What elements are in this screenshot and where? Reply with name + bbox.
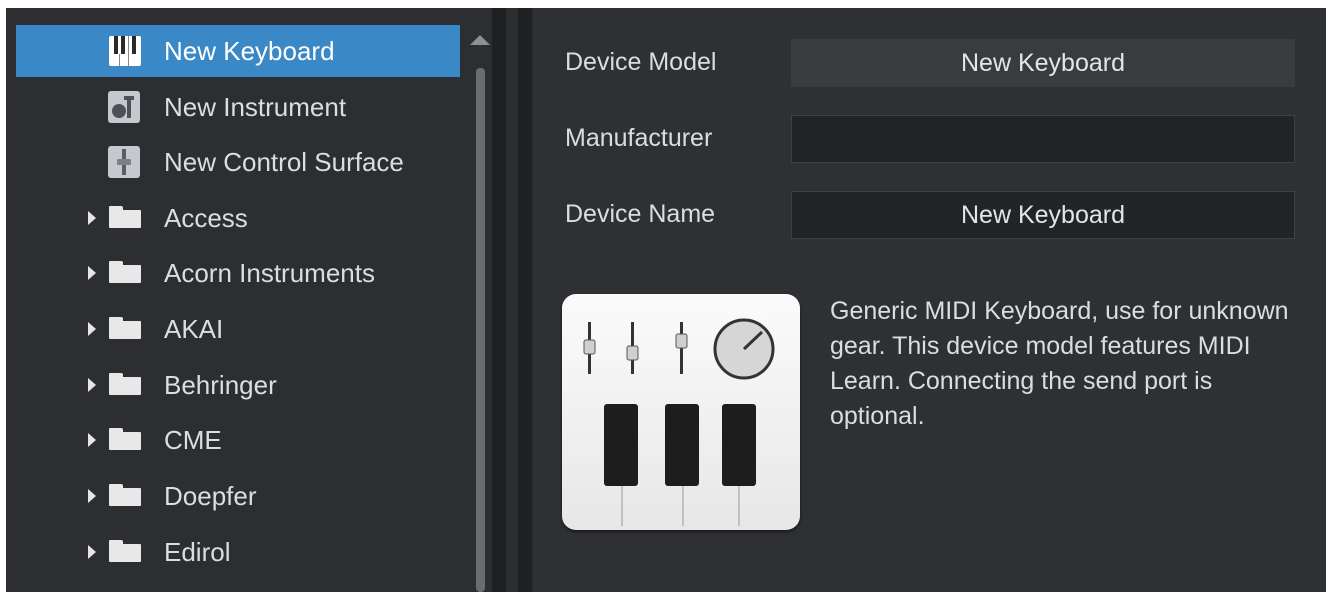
folder-icon [109,540,141,562]
manufacturer-label: Manufacturer [565,124,713,152]
tree-folder-cme[interactable]: CME [16,414,460,466]
control-surface-icon [108,146,142,178]
device-name-label: Device Name [565,200,716,228]
tree-item-new-instrument[interactable]: New Instrument [16,81,460,133]
device-model-field: New Keyboard [791,39,1295,87]
folder-icon [109,428,141,450]
scroll-thumb[interactable] [476,68,485,592]
tree-folder-access[interactable]: Access [16,192,460,244]
tree-item-new-control-surface[interactable]: New Control Surface [16,136,460,188]
device-model-label: Device Model [565,48,717,76]
device-description: Generic MIDI Keyboard, use for unknown g… [830,297,1289,430]
tree-item-label: Access [164,203,248,233]
expand-arrow-icon[interactable] [88,433,96,447]
tree-folder-acorn-instruments[interactable]: Acorn Instruments [16,247,460,299]
folder-icon [109,317,141,339]
expand-arrow-icon[interactable] [88,378,96,392]
expand-arrow-icon[interactable] [88,322,96,336]
tree-folder-edirol[interactable]: Edirol [16,526,460,578]
tree-folder-akai[interactable]: AKAI [16,303,460,355]
tree-folder-doepfer[interactable]: Doepfer [16,470,460,522]
expand-arrow-icon[interactable] [88,545,96,559]
device-name-field[interactable]: New Keyboard [791,191,1295,239]
panel-splitter[interactable] [492,8,532,592]
folder-icon [109,206,141,228]
tree-item-label: Behringer [164,370,277,400]
device-tree: New Keyboard New Instrument New Control … [6,8,491,592]
tree-item-label: CME [164,425,222,455]
expand-arrow-icon[interactable] [88,266,96,280]
tree-folder-behringer[interactable]: Behringer [16,359,460,411]
tree-item-label: Edirol [164,537,231,567]
midi-keyboard-icon [562,294,800,530]
keyboard-icon [108,35,142,67]
folder-icon [109,261,141,283]
tree-item-label: Doepfer [164,481,257,511]
device-properties-panel: Device Model New Keyboard Manufacturer D… [533,8,1326,592]
tree-item-label: New Control Surface [164,147,404,177]
tree-item-label: Acorn Instruments [164,258,375,288]
instrument-icon [108,91,142,123]
tree-item-label: New Keyboard [164,36,335,66]
expand-arrow-icon[interactable] [88,211,96,225]
manufacturer-field[interactable] [791,115,1295,163]
tree-scrollbar[interactable] [468,8,492,592]
device-editor-window: New Keyboard New Instrument New Control … [6,8,1326,592]
tree-item-label: New Instrument [164,92,347,122]
folder-icon [109,373,141,395]
tree-item-new-keyboard[interactable]: New Keyboard [16,25,460,77]
scroll-up-arrow-icon[interactable] [470,35,490,45]
tree-item-label: AKAI [164,314,224,344]
expand-arrow-icon[interactable] [88,489,96,503]
folder-icon [109,484,141,506]
